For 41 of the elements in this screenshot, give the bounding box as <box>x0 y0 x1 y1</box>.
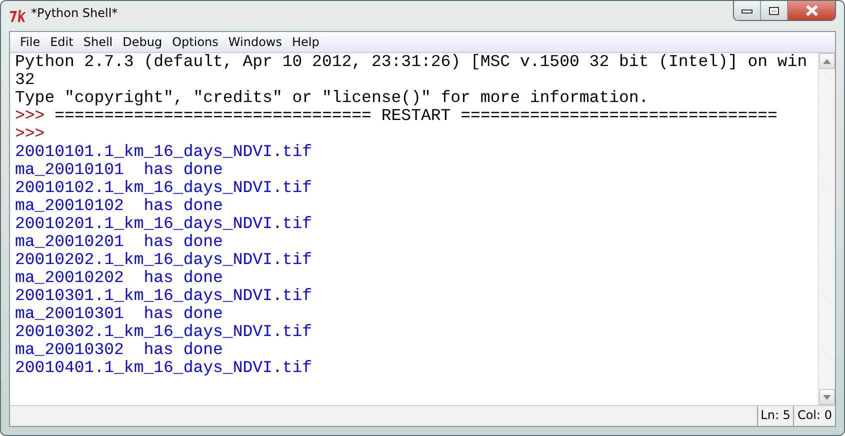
shell-prompt: >>> <box>15 124 45 143</box>
menu-item[interactable]: Windows <box>224 35 286 49</box>
minimize-button[interactable] <box>734 1 761 20</box>
shell-output: 20010101.1_km_16_days_NDVI.tif <box>15 142 312 161</box>
menu-item[interactable]: Help <box>288 35 324 49</box>
close-icon <box>804 5 818 16</box>
down-arrow-icon <box>823 394 831 400</box>
shell-output: 20010301.1_km_16_days_NDVI.tif <box>15 286 312 305</box>
up-arrow-icon <box>823 58 831 64</box>
menu-item[interactable]: File <box>16 35 44 49</box>
shell-output: ma_20010102 has done <box>15 196 223 215</box>
maximize-icon <box>768 6 780 16</box>
shell-output: 20010202.1_km_16_days_NDVI.tif <box>15 250 312 269</box>
minimize-icon <box>741 8 753 14</box>
shell-output: 32 <box>15 70 35 89</box>
menu-item[interactable]: Edit <box>46 35 78 49</box>
shell-output: ma_20010101 has done <box>15 160 223 179</box>
scrollbar[interactable] <box>818 53 835 405</box>
shell-output: 20010401.1_km_16_days_NDVI.tif <box>15 358 312 377</box>
window-title: *Python Shell* <box>31 6 118 20</box>
maximize-button[interactable] <box>761 1 788 20</box>
menu-item[interactable]: Options <box>168 35 222 49</box>
menu-item[interactable]: Shell <box>79 35 117 49</box>
shell-output: 20010102.1_km_16_days_NDVI.tif <box>15 178 312 197</box>
shell-output: Type "copyright", "credits" or "license()" for more information. <box>15 88 649 107</box>
close-button[interactable] <box>788 1 835 20</box>
menu-item[interactable]: Debug <box>118 35 166 49</box>
column-number-status: Col: 0 <box>793 406 835 426</box>
line-number-status: Ln: 5 <box>756 406 794 426</box>
shell-output: ma_20010201 has done <box>15 232 223 251</box>
scroll-down-button[interactable] <box>819 389 835 405</box>
shell-prompt: >>> <box>15 106 45 125</box>
shell-output: Python 2.7.3 (default, Apr 10 2012, 23:31:26) [MSC v.1500 32 bit (Intel)] on win <box>15 53 808 71</box>
shell-output: ma_20010301 has done <box>15 304 223 323</box>
shell-output: ================================ RESTART ================================ <box>54 106 778 125</box>
scroll-up-button[interactable] <box>819 53 835 69</box>
shell-output: ma_20010202 has done <box>15 268 223 287</box>
feather-logo-icon <box>9 9 27 23</box>
shell-output: 20010201.1_km_16_days_NDVI.tif <box>15 214 312 233</box>
shell-output: ma_20010302 has done <box>15 340 223 359</box>
shell-output: 20010302.1_km_16_days_NDVI.tif <box>15 322 312 341</box>
